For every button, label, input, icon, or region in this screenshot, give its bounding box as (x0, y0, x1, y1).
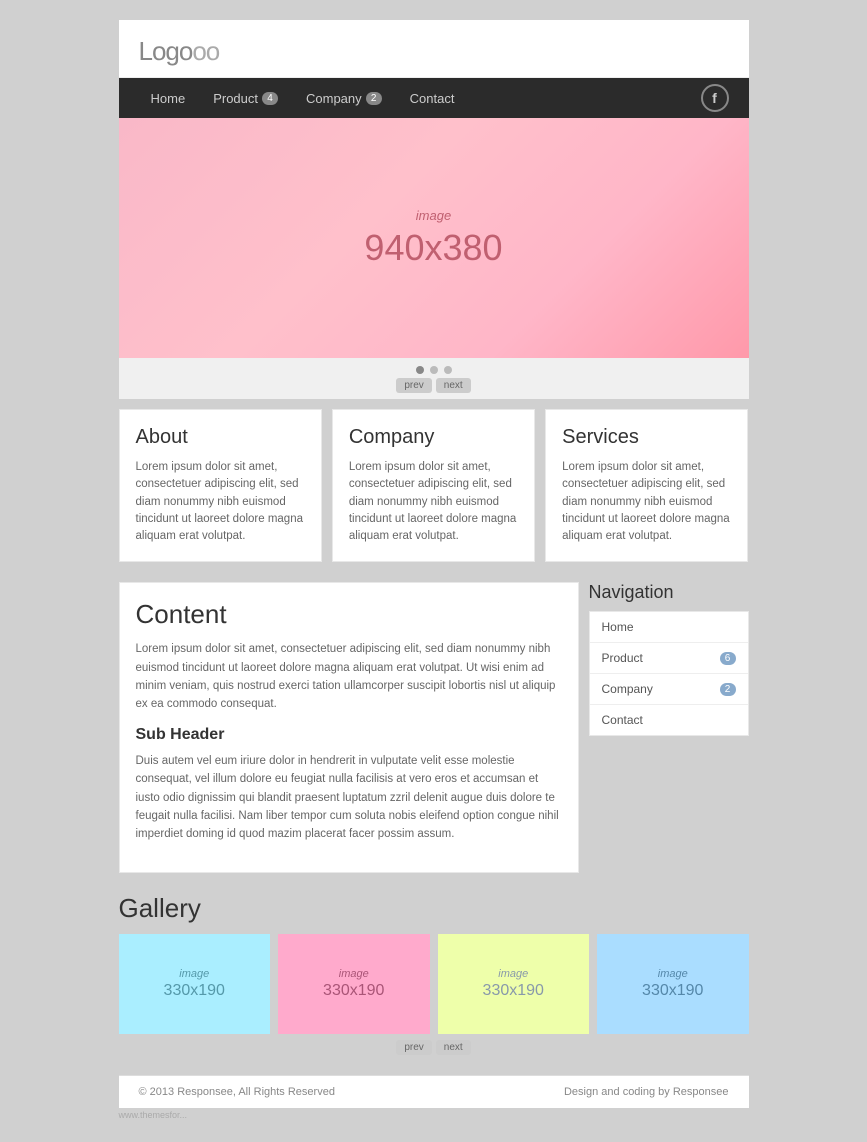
sidebar-item-home[interactable]: Home (590, 612, 748, 643)
prev-button[interactable]: prev (396, 378, 431, 393)
gallery-next-button[interactable]: next (436, 1040, 471, 1055)
dot-2[interactable] (430, 366, 438, 374)
content-text2: Duis autem vel eum iriure dolor in hendr… (136, 752, 562, 844)
sidebar-nav-list: Home Product 6 Company 2 Contact (589, 611, 749, 736)
services-card: Services Lorem ipsum dolor sit amet, con… (545, 409, 748, 562)
gallery-items: image 330x190 image 330x190 image 330x19… (119, 934, 749, 1034)
logo-light: oo (192, 36, 219, 66)
nav-badge-company: 2 (366, 92, 382, 105)
company-title: Company (349, 426, 518, 449)
nav-items: Home Product 4 Company 2 Contact (139, 85, 701, 112)
hero-banner: image 940x380 (119, 118, 749, 358)
navbar: Home Product 4 Company 2 Contact f (119, 78, 749, 118)
about-text: Lorem ipsum dolor sit amet, consectetuer… (136, 459, 305, 545)
slider-controls: prev next (119, 358, 749, 399)
content-nav-section: Content Lorem ipsum dolor sit amet, cons… (119, 572, 749, 883)
gallery-label-4: image (658, 968, 688, 980)
nav-label-contact: Contact (410, 91, 455, 106)
services-title: Services (562, 426, 731, 449)
watermark: www.themesfor... (119, 1108, 749, 1122)
gallery-title: Gallery (119, 893, 749, 924)
footer: © 2013 Responsee, All Rights Reserved De… (119, 1075, 749, 1108)
gallery-item-4[interactable]: image 330x190 (597, 934, 749, 1034)
gallery-item-3[interactable]: image 330x190 (438, 934, 590, 1034)
nav-badge-product: 4 (262, 92, 278, 105)
gallery-item-1[interactable]: image 330x190 (119, 934, 271, 1034)
sidebar-nav-title: Navigation (589, 582, 749, 603)
about-title: About (136, 426, 305, 449)
sidebar-label-company: Company (602, 682, 653, 696)
sidebar-navigation: Navigation Home Product 6 Company 2 Cont… (589, 582, 749, 873)
sidebar-badge-product: 6 (720, 652, 736, 665)
hero-image-size: 940x380 (364, 227, 502, 269)
main-content: Content Lorem ipsum dolor sit amet, cons… (119, 582, 579, 873)
sidebar-item-product[interactable]: Product 6 (590, 643, 748, 674)
gallery-section: Gallery image 330x190 image 330x190 imag… (119, 883, 749, 1065)
about-card: About Lorem ipsum dolor sit amet, consec… (119, 409, 322, 562)
gallery-item-2[interactable]: image 330x190 (278, 934, 430, 1034)
company-card: Company Lorem ipsum dolor sit amet, cons… (332, 409, 535, 562)
content-text1: Lorem ipsum dolor sit amet, consectetuer… (136, 640, 562, 714)
sidebar-item-contact[interactable]: Contact (590, 705, 748, 735)
logo-bold: Logo (139, 36, 193, 66)
hero-image-label: image (416, 208, 451, 223)
logo: Logooo (139, 36, 729, 67)
three-columns: About Lorem ipsum dolor sit amet, consec… (119, 399, 749, 572)
nav-item-contact[interactable]: Contact (398, 85, 467, 112)
dot-3[interactable] (444, 366, 452, 374)
sidebar-badge-company: 2 (720, 683, 736, 696)
nav-item-home[interactable]: Home (139, 85, 198, 112)
services-text: Lorem ipsum dolor sit amet, consectetuer… (562, 459, 731, 545)
nav-label-product: Product (213, 91, 258, 106)
slider-buttons: prev next (396, 378, 470, 393)
nav-label-company: Company (306, 91, 362, 106)
nav-item-company[interactable]: Company 2 (294, 85, 394, 112)
company-text: Lorem ipsum dolor sit amet, consectetuer… (349, 459, 518, 545)
gallery-size-2: 330x190 (323, 982, 384, 1000)
next-button[interactable]: next (436, 378, 471, 393)
dot-1[interactable] (416, 366, 424, 374)
gallery-prev-button[interactable]: prev (396, 1040, 431, 1055)
footer-credit: Design and coding by Responsee (564, 1086, 729, 1098)
sidebar-item-company[interactable]: Company 2 (590, 674, 748, 705)
gallery-controls: prev next (119, 1040, 749, 1055)
page-wrapper: Logooo Home Product 4 Company 2 Contact … (119, 0, 749, 1142)
sidebar-label-product: Product (602, 651, 643, 665)
slider-dots (416, 366, 452, 374)
gallery-label-2: image (339, 968, 369, 980)
sidebar-label-contact: Contact (602, 713, 643, 727)
nav-label-home: Home (151, 91, 186, 106)
gallery-size-4: 330x190 (642, 982, 703, 1000)
gallery-size-1: 330x190 (164, 982, 225, 1000)
facebook-icon[interactable]: f (701, 84, 729, 112)
gallery-label-1: image (179, 968, 209, 980)
footer-copyright: © 2013 Responsee, All Rights Reserved (139, 1086, 335, 1098)
gallery-size-3: 330x190 (483, 982, 544, 1000)
gallery-label-3: image (498, 968, 528, 980)
nav-item-product[interactable]: Product 4 (201, 85, 290, 112)
header: Logooo (119, 20, 749, 78)
sub-header: Sub Header (136, 726, 562, 744)
sidebar-label-home: Home (602, 620, 634, 634)
content-title: Content (136, 599, 562, 630)
